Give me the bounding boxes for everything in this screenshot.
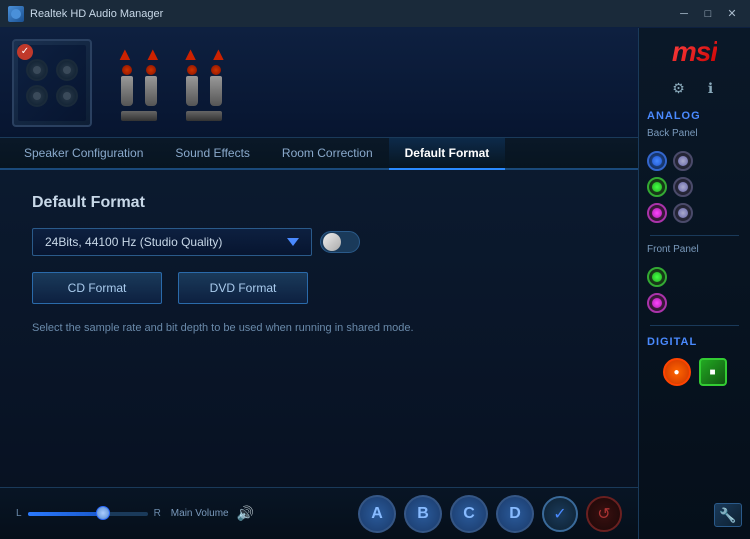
connector-row-pink (647, 203, 742, 223)
volume-icon: 🔊 (237, 505, 254, 522)
digital-optical-icon[interactable]: ● (663, 358, 691, 386)
vol-r-label: R (154, 508, 161, 519)
connector-dot-pink[interactable] (647, 203, 667, 223)
main-volume-label: Main Volume (171, 508, 229, 519)
back-button[interactable]: ↺ (586, 496, 622, 532)
connector-row-green (647, 177, 742, 197)
dot-inner-gray-2 (678, 182, 688, 192)
back-panel-connectors (639, 147, 750, 227)
dot-inner-gray-1 (678, 156, 688, 166)
dropdown-arrow-icon (287, 238, 299, 246)
header-area: ✓ ▲ ▲ (0, 28, 638, 138)
vol-thumb (96, 506, 110, 520)
dot-inner-gray-3 (678, 208, 688, 218)
format-buttons: CD Format DVD Format (32, 272, 606, 304)
toggle-switch[interactable] (320, 231, 360, 253)
digital-icons-row: ● ■ (655, 354, 735, 390)
wrench-button[interactable]: 🔧 (714, 503, 742, 527)
bottom-bar: L R Main Volume 🔊 A B C D ✓ ↺ (0, 487, 638, 539)
connector-visual: ▲ ▲ (116, 45, 227, 121)
content-area: Default Format 24Bits, 44100 Hz (Studio … (0, 170, 638, 487)
front-dot-inner-green (652, 272, 662, 282)
format-select-row: 24Bits, 44100 Hz (Studio Quality) (32, 228, 606, 256)
front-connector-dot-green[interactable] (647, 267, 667, 287)
front-panel-label: Front Panel (639, 244, 750, 259)
icon-b-button[interactable]: B (404, 495, 442, 533)
analog-label: ANALOG (639, 108, 750, 124)
volume-slider[interactable] (28, 512, 148, 516)
maximize-button[interactable]: □ (698, 6, 718, 22)
back-panel-label: Back Panel (639, 128, 750, 143)
connector-dot-gray-1[interactable] (673, 151, 693, 171)
connector-row-blue (647, 151, 742, 171)
format-value: 24Bits, 44100 Hz (Studio Quality) (45, 235, 222, 249)
vol-l-label: L (16, 508, 22, 519)
front-connector-row-green (647, 267, 742, 287)
tab-speaker-configuration[interactable]: Speaker Configuration (8, 138, 159, 170)
speaker-icon: ✓ (12, 39, 92, 127)
content-title: Default Format (32, 194, 606, 212)
toggle-knob (323, 233, 341, 251)
dvd-format-button[interactable]: DVD Format (178, 272, 308, 304)
close-button[interactable]: ✕ (722, 6, 742, 22)
icon-a-button[interactable]: A (358, 495, 396, 533)
tab-sound-effects[interactable]: Sound Effects (159, 138, 266, 170)
sidebar-settings-row: ⚙ ℹ (667, 76, 723, 100)
minimize-button[interactable]: ─ (674, 6, 694, 22)
connector-dot-gray-3[interactable] (673, 203, 693, 223)
front-connector-dot-pink[interactable] (647, 293, 667, 313)
dot-inner-pink (652, 208, 662, 218)
check-badge: ✓ (17, 44, 33, 60)
bottom-icons: A B C D ✓ ↺ (358, 495, 622, 533)
digital-label: DIGITAL (639, 334, 750, 350)
info-icon-button[interactable]: ℹ (699, 76, 723, 100)
digital-hdmi-icon[interactable]: ■ (699, 358, 727, 386)
sidebar-divider-2 (650, 325, 739, 326)
dot-inner-blue (652, 156, 662, 166)
hint-text: Select the sample rate and bit depth to … (32, 320, 606, 337)
icon-c-button[interactable]: C (450, 495, 488, 533)
cd-format-button[interactable]: CD Format (32, 272, 162, 304)
tab-default-format[interactable]: Default Format (389, 138, 506, 170)
front-connector-row-pink (647, 293, 742, 313)
msi-logo: msi (672, 36, 717, 68)
vol-fill (28, 512, 100, 516)
volume-section: L R Main Volume 🔊 (16, 505, 346, 522)
connector-dot-blue[interactable] (647, 151, 667, 171)
sidebar-bottom: 🔧 (639, 499, 750, 531)
settings-icon-button[interactable]: ⚙ (667, 76, 691, 100)
app-icon (8, 6, 24, 22)
tab-room-correction[interactable]: Room Correction (266, 138, 389, 170)
right-sidebar: msi ⚙ ℹ ANALOG Back Panel (638, 28, 750, 539)
connector-dot-green[interactable] (647, 177, 667, 197)
check-button[interactable]: ✓ (542, 496, 578, 532)
window-title: Realtek HD Audio Manager (30, 8, 163, 20)
format-dropdown[interactable]: 24Bits, 44100 Hz (Studio Quality) (32, 228, 312, 256)
front-dot-inner-pink (652, 298, 662, 308)
dot-inner-green (652, 182, 662, 192)
icon-d-button[interactable]: D (496, 495, 534, 533)
tabs-bar: Speaker Configuration Sound Effects Room… (0, 138, 638, 170)
connector-dot-gray-2[interactable] (673, 177, 693, 197)
front-panel-connectors (639, 263, 750, 317)
sidebar-divider-1 (650, 235, 739, 236)
